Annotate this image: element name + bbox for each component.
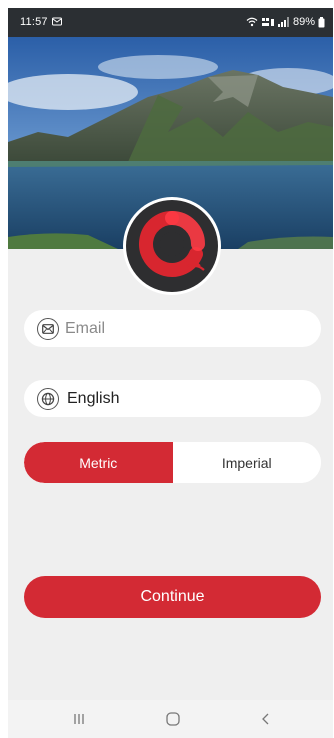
metric-option[interactable]: Metric [24, 442, 173, 483]
battery-icon [318, 16, 325, 27]
status-time: 11:57 [20, 16, 48, 28]
email-field[interactable] [24, 310, 321, 347]
app-screen: 11:57 89% Email English Metric Imperial … [8, 8, 333, 738]
volte-icon [261, 18, 274, 26]
recents-icon[interactable] [69, 709, 89, 729]
system-nav-bar [8, 700, 333, 738]
back-icon[interactable] [256, 709, 276, 729]
logo-icon [139, 211, 205, 277]
language-value: English [67, 390, 120, 407]
app-logo [126, 200, 218, 292]
signal-icon [277, 17, 289, 27]
status-bar: 11:57 89% [8, 8, 333, 37]
wifi-icon [246, 17, 258, 27]
notification-icon [52, 17, 62, 26]
globe-icon [37, 388, 59, 410]
app-logo-badge [123, 197, 221, 295]
language-selector[interactable]: English [24, 380, 321, 417]
status-indicators: 89% [246, 15, 325, 29]
email-input[interactable] [65, 310, 305, 347]
battery-percent: 89% [292, 16, 315, 28]
continue-button[interactable]: Continue [24, 576, 321, 618]
home-icon[interactable] [163, 709, 183, 729]
units-toggle[interactable]: Metric Imperial [24, 442, 321, 483]
envelope-icon [37, 318, 59, 340]
imperial-option[interactable]: Imperial [172, 442, 321, 483]
